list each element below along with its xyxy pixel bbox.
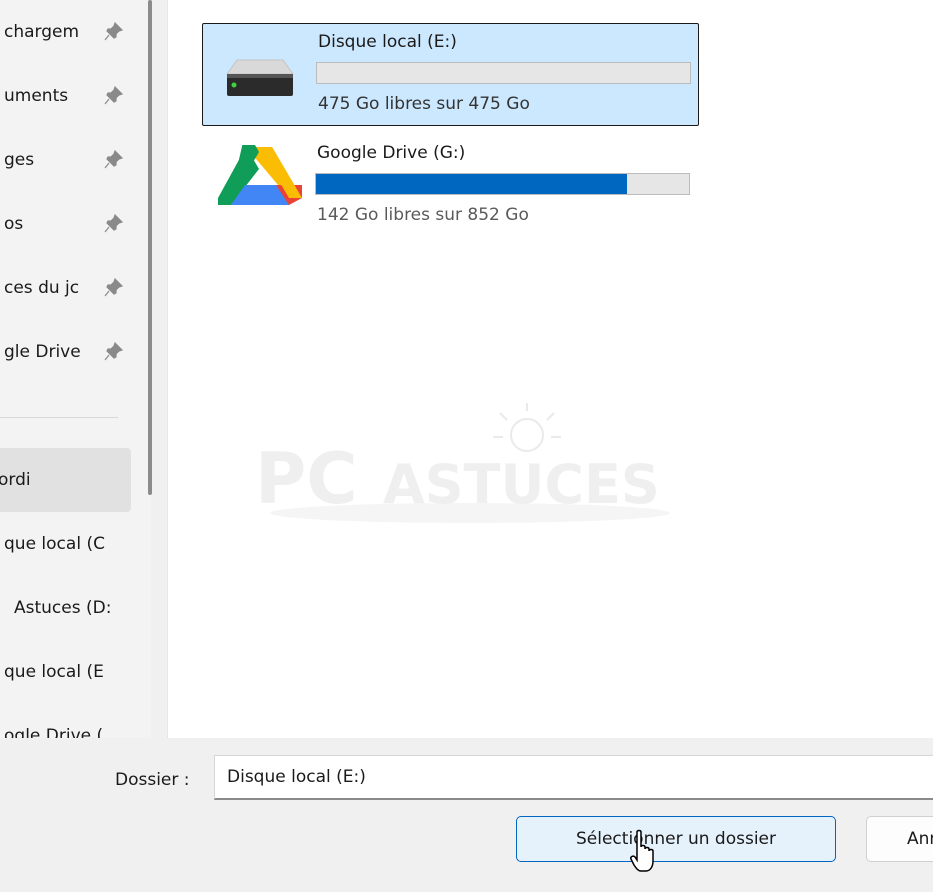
- drive-name: Disque local (E:): [318, 32, 457, 52]
- pin-icon: [103, 149, 125, 171]
- lightbulb-icon: [493, 403, 561, 452]
- watermark-astuces: ASTUCES: [383, 453, 660, 516]
- nav-item-astuces-du-jour[interactable]: ces du jc: [0, 256, 140, 320]
- nav-item-disk-d[interactable]: Astuces (D:: [0, 576, 140, 640]
- nav-item-label: ces du jc: [4, 278, 80, 298]
- nav-item-label: gle Drive: [4, 342, 81, 362]
- drive-name: Google Drive (G:): [317, 143, 466, 163]
- nav-item-label: chargem: [4, 22, 80, 42]
- select-folder-button[interactable]: Sélectionner un dossier: [516, 816, 836, 862]
- nav-item-this-pc[interactable]: ordi: [0, 448, 131, 512]
- nav-item-downloads[interactable]: chargem: [0, 0, 140, 64]
- nav-item-google-drive[interactable]: gle Drive: [0, 320, 140, 384]
- pin-icon: [103, 277, 125, 299]
- content-pane: Disque local (E:) 475 Go libres sur 475 …: [168, 0, 933, 738]
- pin-icon: [103, 21, 125, 43]
- navigation-pane: chargem uments ges os ces du jc gle Driv…: [0, 0, 151, 738]
- folder-label: Dossier :: [115, 770, 190, 790]
- drive-free-space: 475 Go libres sur 475 Go: [318, 94, 530, 114]
- hard-drive-icon: [226, 59, 294, 96]
- nav-item-videos[interactable]: os: [0, 192, 140, 256]
- hand-cursor-icon: [630, 829, 654, 872]
- nav-item-disk-c[interactable]: que local (C: [0, 512, 140, 576]
- nav-item-label: ges: [4, 150, 35, 170]
- drive-usage-bar: [316, 62, 691, 84]
- pin-icon: [103, 213, 125, 235]
- pin-icon: [103, 85, 125, 107]
- nav-item-label: Astuces (D:: [14, 598, 112, 618]
- nav-item-google-drive-g[interactable]: ogle Drive (: [0, 704, 140, 738]
- watermark-pc: PC: [255, 438, 358, 520]
- drive-tile-g[interactable]: Google Drive (G:) 142 Go libres sur 852 …: [202, 135, 699, 238]
- drive-usage-fill: [316, 174, 627, 194]
- pc-astuces-watermark: PC ASTUCES: [255, 403, 670, 523]
- nav-item-disk-e[interactable]: que local (E: [0, 640, 140, 704]
- google-drive-icon: [218, 145, 302, 205]
- drive-tile-e[interactable]: Disque local (E:) 475 Go libres sur 475 …: [202, 23, 699, 126]
- folder-input[interactable]: [214, 755, 933, 800]
- pin-icon: [103, 341, 125, 363]
- nav-item-label: que local (E: [4, 662, 104, 682]
- nav-divider: [0, 417, 118, 418]
- nav-item-label: ogle Drive (: [4, 726, 104, 738]
- nav-item-images[interactable]: ges: [0, 128, 140, 192]
- nav-item-label: que local (C: [4, 534, 105, 554]
- cancel-button[interactable]: Annuler: [866, 816, 933, 862]
- nav-item-documents[interactable]: uments: [0, 64, 140, 128]
- nav-scrollbar[interactable]: [148, 0, 152, 495]
- nav-item-label: os: [4, 214, 24, 234]
- nav-item-label: uments: [4, 86, 69, 106]
- drive-usage-bar: [315, 173, 690, 195]
- drive-free-space: 142 Go libres sur 852 Go: [317, 205, 529, 225]
- nav-item-label: ordi: [0, 470, 31, 490]
